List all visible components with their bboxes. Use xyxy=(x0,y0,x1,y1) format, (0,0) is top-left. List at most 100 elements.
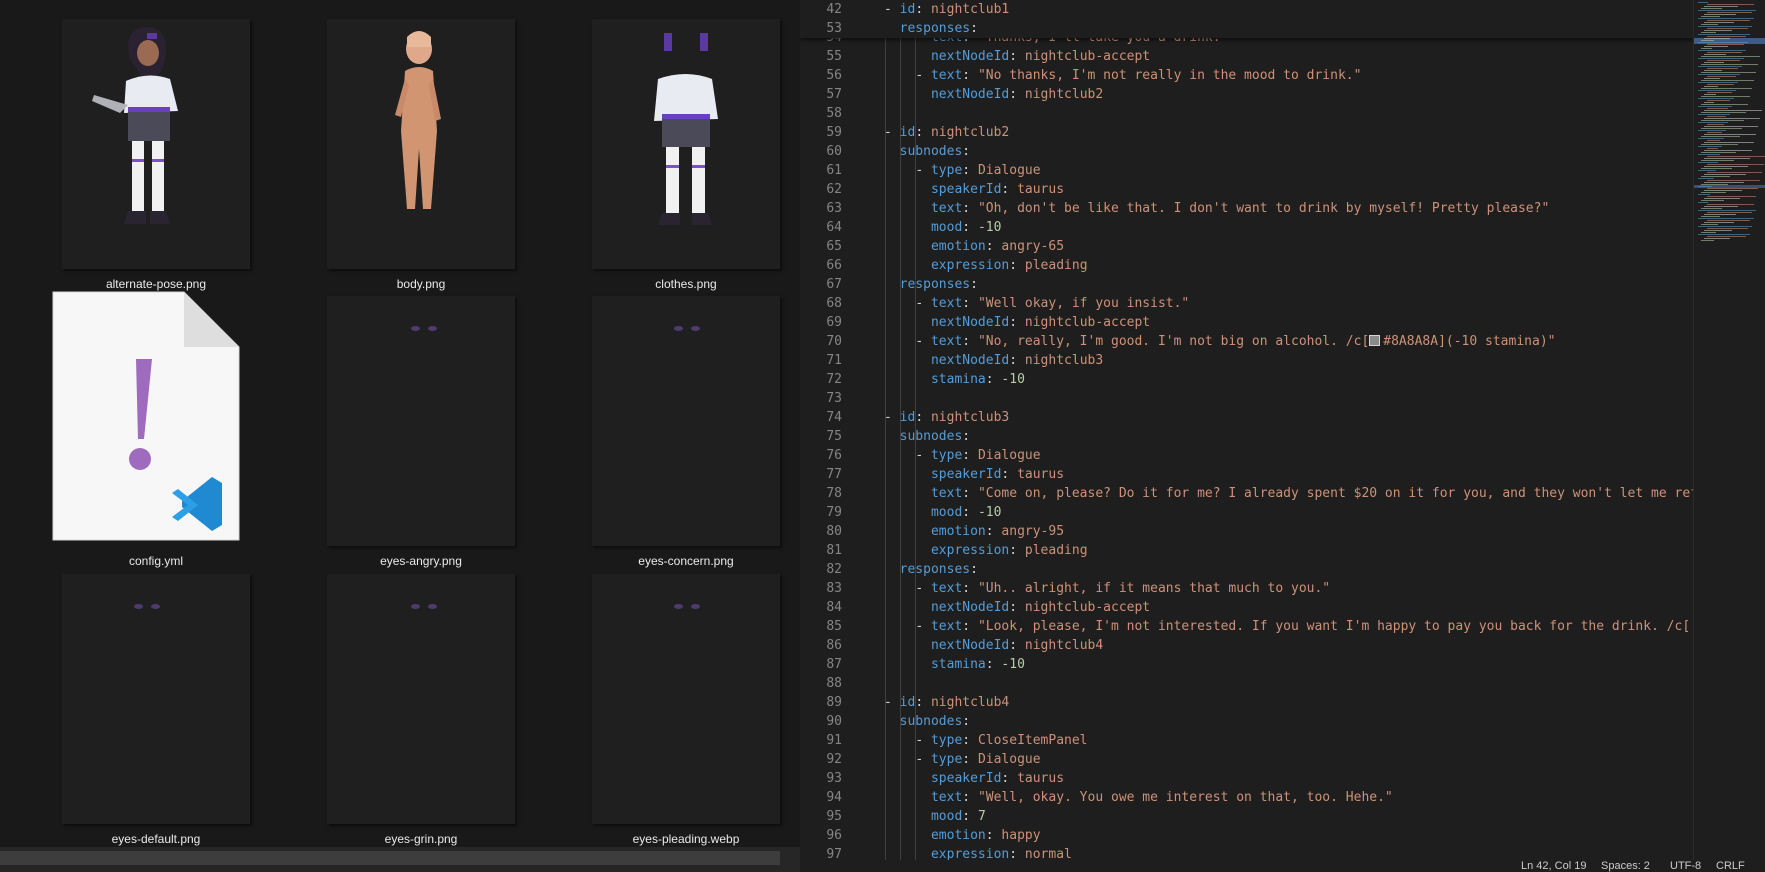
image-thumbnail[interactable] xyxy=(62,574,250,824)
vscode-file-warning-icon[interactable] xyxy=(52,291,240,541)
code-line[interactable]: 77 speakerId: taurus xyxy=(800,465,1693,484)
code-line[interactable]: 58 xyxy=(800,104,1693,123)
sticky-line[interactable]: 53 responses: xyxy=(800,19,1693,38)
line-number[interactable]: 85 xyxy=(800,617,842,636)
image-thumbnail[interactable] xyxy=(592,19,780,269)
code-line[interactable]: 71 nextNodeId: nightclub3 xyxy=(800,351,1693,370)
code-line[interactable]: 97 expression: normal xyxy=(800,845,1693,860)
code-line[interactable]: 61 - type: Dialogue xyxy=(800,161,1693,180)
line-number[interactable]: 57 xyxy=(800,85,842,104)
code-line[interactable]: 90 subnodes: xyxy=(800,712,1693,731)
line-text[interactable]: - text: "No, really, I'm good. I'm not b… xyxy=(884,332,1555,351)
code-line[interactable]: 56 - text: "No thanks, I'm not really in… xyxy=(800,66,1693,85)
code-line[interactable]: 76 - type: Dialogue xyxy=(800,446,1693,465)
code-line[interactable]: 55 nextNodeId: nightclub-accept xyxy=(800,47,1693,66)
code-line[interactable]: 87 stamina: -10 xyxy=(800,655,1693,674)
image-thumbnail[interactable] xyxy=(327,19,515,269)
line-number[interactable]: 63 xyxy=(800,199,842,218)
line-number[interactable]: 93 xyxy=(800,769,842,788)
code-line[interactable]: 85 - text: "Look, please, I'm not intere… xyxy=(800,617,1693,636)
indentation-setting[interactable]: Spaces: 2 xyxy=(1601,861,1650,872)
line-number[interactable]: 71 xyxy=(800,351,842,370)
line-number[interactable]: 78 xyxy=(800,484,842,503)
code-line[interactable]: 60 subnodes: xyxy=(800,142,1693,161)
code-line[interactable]: 94 text: "Well, okay. You owe me interes… xyxy=(800,788,1693,807)
line-text[interactable]: mood: 7 xyxy=(884,807,986,826)
line-number[interactable]: 88 xyxy=(800,674,842,693)
line-number[interactable]: 84 xyxy=(800,598,842,617)
line-number[interactable]: 79 xyxy=(800,503,842,522)
line-number[interactable]: 76 xyxy=(800,446,842,465)
line-number[interactable]: 61 xyxy=(800,161,842,180)
line-number[interactable]: 82 xyxy=(800,560,842,579)
line-text[interactable]: - text: "No thanks, I'm not really in th… xyxy=(884,66,1361,85)
image-thumbnail[interactable] xyxy=(327,296,515,546)
code-line[interactable]: 84 nextNodeId: nightclub-accept xyxy=(800,598,1693,617)
line-number[interactable]: 60 xyxy=(800,142,842,161)
code-line[interactable]: 75 subnodes: xyxy=(800,427,1693,446)
line-text[interactable]: nextNodeId: nightclub3 xyxy=(884,351,1103,370)
line-number[interactable]: 92 xyxy=(800,750,842,769)
line-text[interactable]: emotion: happy xyxy=(884,826,1041,845)
line-number[interactable]: 80 xyxy=(800,522,842,541)
line-text[interactable]: emotion: angry-65 xyxy=(884,237,1064,256)
line-number[interactable]: 56 xyxy=(800,66,842,85)
line-number[interactable]: 70 xyxy=(800,332,842,351)
line-text[interactable]: stamina: -10 xyxy=(884,655,1025,674)
line-number[interactable]: 66 xyxy=(800,256,842,275)
code-line[interactable]: 73 xyxy=(800,389,1693,408)
code-line[interactable]: 68 - text: "Well okay, if you insist." xyxy=(800,294,1693,313)
line-number[interactable]: 55 xyxy=(800,47,842,66)
line-number[interactable]: 77 xyxy=(800,465,842,484)
line-text[interactable]: nextNodeId: nightclub-accept xyxy=(884,598,1150,617)
code-line[interactable]: 64 mood: -10 xyxy=(800,218,1693,237)
line-number[interactable]: 53 xyxy=(800,19,842,38)
line-text[interactable]: responses: xyxy=(884,275,978,294)
line-text[interactable]: stamina: -10 xyxy=(884,370,1025,389)
line-number[interactable]: 81 xyxy=(800,541,842,560)
line-number[interactable]: 94 xyxy=(800,788,842,807)
code-line[interactable]: 69 nextNodeId: nightclub-accept xyxy=(800,313,1693,332)
line-text[interactable]: - id: nightclub2 xyxy=(884,123,1009,142)
line-number[interactable]: 64 xyxy=(800,218,842,237)
image-thumbnail[interactable] xyxy=(62,19,250,269)
code-line[interactable]: 89 - id: nightclub4 xyxy=(800,693,1693,712)
line-text[interactable]: text: "Oh, don't be like that. I don't w… xyxy=(884,199,1549,218)
code-line[interactable]: 72 stamina: -10 xyxy=(800,370,1693,389)
sticky-line[interactable]: 42 - id: nightclub1 xyxy=(800,0,1693,19)
image-thumbnail[interactable] xyxy=(327,574,515,824)
line-number[interactable]: 69 xyxy=(800,313,842,332)
line-text[interactable]: subnodes: xyxy=(884,427,970,446)
code-line[interactable]: 96 emotion: happy xyxy=(800,826,1693,845)
line-text[interactable]: - id: nightclub3 xyxy=(884,408,1009,427)
code-editor[interactable]: 54 - text: "Thanks, I'll take you a drin… xyxy=(800,0,1765,872)
line-number[interactable]: 68 xyxy=(800,294,842,313)
line-number[interactable]: 67 xyxy=(800,275,842,294)
code-line[interactable]: 83 - text: "Uh.. alright, if it means th… xyxy=(800,579,1693,598)
line-text[interactable]: - id: nightclub1 xyxy=(884,0,1009,19)
code-line[interactable]: 79 mood: -10 xyxy=(800,503,1693,522)
code-line[interactable]: 70 - text: "No, really, I'm good. I'm no… xyxy=(800,332,1693,351)
line-text[interactable]: emotion: angry-95 xyxy=(884,522,1064,541)
line-text[interactable]: expression: normal xyxy=(884,845,1072,860)
code-line[interactable]: 66 expression: pleading xyxy=(800,256,1693,275)
line-text[interactable]: mood: -10 xyxy=(884,503,1001,522)
line-text[interactable]: speakerId: taurus xyxy=(884,465,1064,484)
line-text[interactable]: - type: Dialogue xyxy=(884,161,1040,180)
code-line[interactable]: 62 speakerId: taurus xyxy=(800,180,1693,199)
line-text[interactable]: speakerId: taurus xyxy=(884,769,1064,788)
code-line[interactable]: 93 speakerId: taurus xyxy=(800,769,1693,788)
line-number[interactable]: 73 xyxy=(800,389,842,408)
minimap[interactable] xyxy=(1693,0,1765,860)
line-number[interactable]: 90 xyxy=(800,712,842,731)
line-number[interactable]: 72 xyxy=(800,370,842,389)
line-ending-setting[interactable]: CRLF xyxy=(1716,861,1745,872)
line-text[interactable]: subnodes: xyxy=(884,712,970,731)
code-line[interactable]: 80 emotion: angry-95 xyxy=(800,522,1693,541)
line-number[interactable]: 89 xyxy=(800,693,842,712)
code-line[interactable]: 65 emotion: angry-65 xyxy=(800,237,1693,256)
line-number[interactable]: 58 xyxy=(800,104,842,123)
line-text[interactable]: speakerId: taurus xyxy=(884,180,1064,199)
line-text[interactable]: - type: Dialogue xyxy=(884,446,1040,465)
line-number[interactable]: 62 xyxy=(800,180,842,199)
